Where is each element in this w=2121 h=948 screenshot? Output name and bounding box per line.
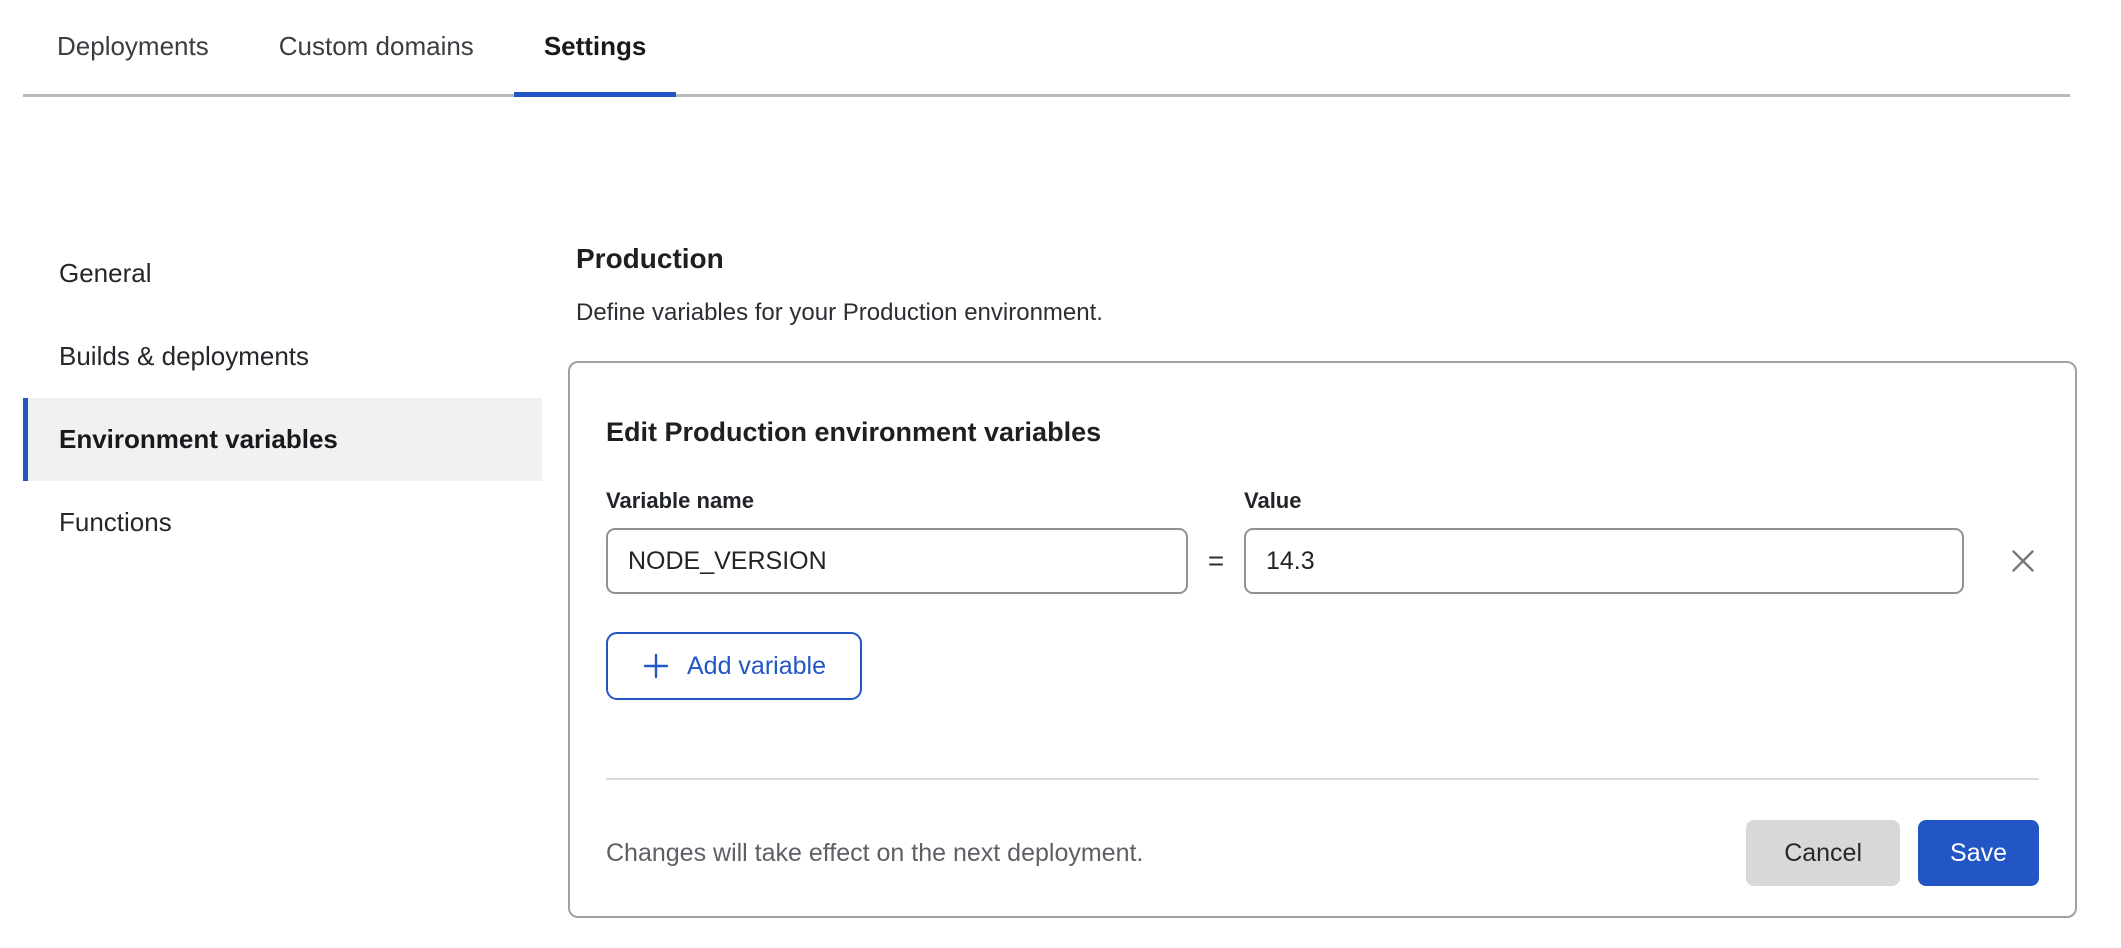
tab-settings[interactable]: Settings: [514, 0, 677, 97]
equals-sign: =: [1188, 528, 1244, 594]
sidebar-item-builds-deployments[interactable]: Builds & deployments: [23, 315, 542, 398]
add-variable-button[interactable]: Add variable: [606, 632, 862, 700]
save-button[interactable]: Save: [1918, 820, 2039, 886]
add-variable-label: Add variable: [687, 652, 826, 681]
cancel-button[interactable]: Cancel: [1746, 820, 1900, 886]
remove-variable-button[interactable]: [2007, 528, 2039, 594]
variable-row: Variable name = Value: [606, 488, 2039, 594]
x-icon: [2007, 545, 2039, 577]
tab-custom-domains[interactable]: Custom domains: [249, 0, 504, 97]
footer-actions: Cancel Save: [1746, 820, 2039, 886]
variable-name-input[interactable]: [606, 528, 1188, 594]
section-title: Production: [576, 243, 2077, 275]
plus-icon: [642, 652, 670, 680]
variable-value-input[interactable]: [1244, 528, 1964, 594]
sidebar-item-environment-variables[interactable]: Environment variables: [23, 398, 542, 481]
footer-note: Changes will take effect on the next dep…: [606, 839, 1143, 868]
tab-bar: Deployments Custom domains Settings: [23, 0, 2070, 97]
variable-name-label: Variable name: [606, 488, 1188, 514]
card-footer: Changes will take effect on the next dep…: [606, 820, 2039, 886]
variable-value-label: Value: [1244, 488, 1964, 514]
variable-value-group: Value: [1244, 488, 1964, 594]
settings-sidebar: General Builds & deployments Environment…: [23, 232, 542, 564]
settings-layout: General Builds & deployments Environment…: [0, 232, 2121, 918]
tab-deployments[interactable]: Deployments: [27, 0, 239, 97]
environment-variables-card: Edit Production environment variables Va…: [568, 361, 2077, 918]
variable-name-group: Variable name: [606, 488, 1188, 594]
sidebar-item-general[interactable]: General: [23, 232, 542, 315]
sidebar-item-functions[interactable]: Functions: [23, 481, 542, 564]
section-description: Define variables for your Production env…: [576, 299, 2077, 327]
card-divider: [606, 778, 2039, 780]
card-title: Edit Production environment variables: [606, 417, 2039, 448]
main-content: Production Define variables for your Pro…: [568, 232, 2077, 918]
